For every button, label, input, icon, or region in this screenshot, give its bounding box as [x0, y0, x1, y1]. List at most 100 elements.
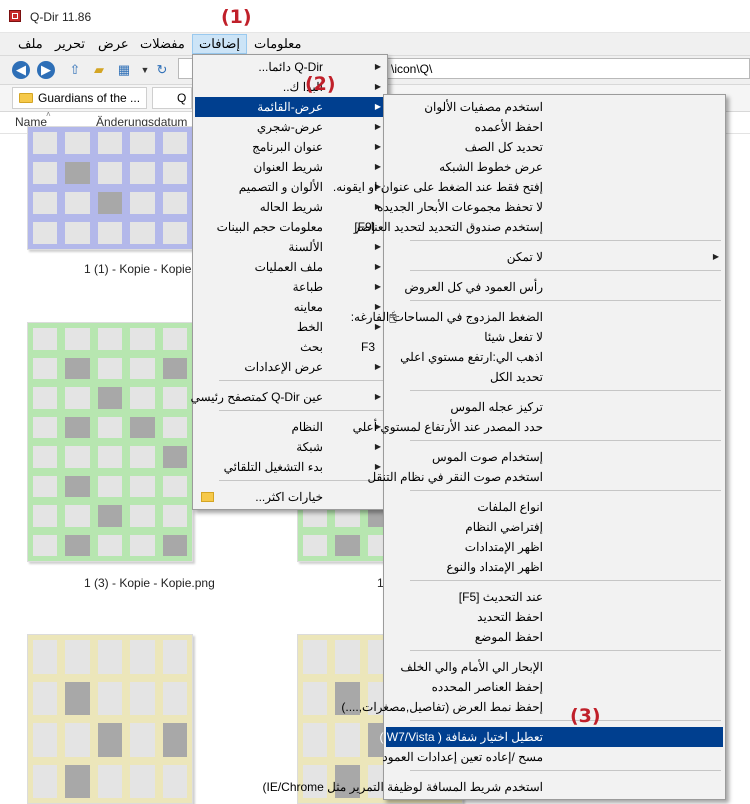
thumbnail-cell [130, 475, 155, 497]
list-view-menu-item-10[interactable]: رأس العمود في كل العروض [386, 277, 723, 297]
list-view-menu-item-4[interactable]: إفتح فقط عند الضغط على عنوان او ايقونه. [333, 177, 723, 197]
extras-menu-item-11[interactable]: طباعة ▶ [195, 277, 385, 297]
menu-separator [219, 410, 383, 411]
thumbnail-2[interactable] [27, 322, 193, 562]
thumbnail-cell [303, 723, 328, 757]
list-view-menu-item-5[interactable]: لا تحفظ مجموعات الأبحار الجديده [377, 197, 723, 217]
list-view-menu-item-39[interactable]: استخدم شريط المسافة لوظيفة التمرير مثل I… [262, 777, 723, 797]
list-view-menu-item-3[interactable]: عرض خطوط الشبكه [386, 157, 723, 177]
list-view-menu-item-14[interactable]: اذهب الي:ارتفع مستوي اعلي [386, 347, 723, 367]
list-view-menu-item-29[interactable]: احفظ التحديد [386, 607, 723, 627]
menu-separator [410, 720, 721, 721]
tab-guardians[interactable]: Guardians of the ... [12, 87, 147, 109]
menu-item-label: النظام [291, 420, 323, 434]
list-view-menu-item-15[interactable]: تحديد الكل [386, 367, 723, 387]
list-view-menu-item-30[interactable]: احفظ الموضع [386, 627, 723, 647]
forward-icon[interactable]: ▶ [37, 61, 55, 79]
thumbnail-cell [65, 475, 90, 497]
thumbnail-1[interactable] [27, 126, 193, 250]
menu-item-label: إحفظ العناصر المحدده [431, 680, 543, 694]
list-view-menu-item-37[interactable]: مسح /إعاده تعين إعدادات العمود [382, 747, 723, 767]
list-view-menu-item-20[interactable]: إستخدام صوت الموس [386, 447, 723, 467]
list-view-menu-item-36[interactable]: تعطيل اختيار شفافة ( W7/Vista ) [379, 727, 723, 747]
extras-menu-item-23[interactable]: خيارات اكثر... [195, 487, 385, 507]
extras-menu-item-5[interactable]: شريط العنوان ▶ [195, 157, 385, 177]
step-marker-2: (2) [305, 73, 336, 95]
view-dropdown-icon[interactable]: ▼ [136, 61, 154, 79]
extras-menu-item-3[interactable]: عرض-شجري ▶ [195, 117, 385, 137]
list-view-menu-item-26[interactable]: اظهر الإمتداد والنوع [386, 557, 723, 577]
extras-menu-item-1[interactable]: البدا ك.. ▶ [195, 77, 385, 97]
new-folder-icon[interactable]: ▰ [90, 61, 108, 79]
tab-label: Guardians of the ... [38, 91, 141, 105]
menu-edit[interactable]: تحرير [49, 35, 91, 53]
thumbnail-cell [130, 192, 155, 214]
list-view-menu-item-23[interactable]: انواع الملفات [386, 497, 723, 517]
thumbnail-cell [303, 534, 328, 556]
list-view-menu-item-17[interactable]: تركيز عجله الموس [386, 397, 723, 417]
list-view-menu-item-24[interactable]: إفتراضي النظام [386, 517, 723, 537]
thumbnail-cell [162, 446, 187, 468]
thumbnail-cell [130, 505, 155, 527]
list-view-menu-item-18[interactable]: حدد المصدر عند الأرتفاع لمستوي أعلي [353, 417, 723, 437]
menu-item-label: إحفظ نمط العرض (تفاصيل,مصغرات,....) [341, 700, 543, 714]
submenu-arrow-icon: ▶ [374, 362, 381, 371]
menu-item-label: ملف العمليات [254, 260, 323, 274]
back-icon[interactable]: ◀ [12, 61, 30, 79]
menu-item-label: معاينه [293, 300, 323, 314]
menu-favorites[interactable]: مفضلات [134, 35, 191, 53]
thumbnail-cell [335, 534, 360, 556]
tab-q[interactable]: Q [152, 87, 192, 109]
menu-item-label: الألوان و التصميم [238, 180, 323, 194]
extras-menu-item-4[interactable]: عنوان البرنامج ▶ [195, 137, 385, 157]
folder-icon [19, 93, 33, 103]
list-view-menu-item-2[interactable]: تحديد كل الصف [386, 137, 723, 157]
extras-menu-item-0[interactable]: Q-Dir دائما... ▶ [195, 57, 385, 77]
up-folder-icon[interactable]: ⇧ [66, 61, 84, 79]
thumbnail-cell [335, 640, 360, 674]
thumbnail-cell [33, 387, 58, 409]
thumbnail-cell [97, 222, 123, 244]
list-view-menu-item-8[interactable]: لا تمكن ▶ [386, 247, 723, 267]
view-icon[interactable]: ▦ [115, 61, 133, 79]
list-view-menu-item-32[interactable]: الإبحار الي الأمام والي الخلف [386, 657, 723, 677]
thumbnail-cell [65, 192, 90, 214]
thumbnail-cell [335, 723, 360, 757]
list-view-menu-item-28[interactable]: عند التحديث [F5] [386, 587, 723, 607]
extras-menu-item-9[interactable]: الألسنة ▶ [195, 237, 385, 257]
thumbnail-cell [97, 446, 123, 468]
menu-separator [410, 270, 721, 271]
extras-menu-item-14[interactable]: بحث F3 [195, 337, 385, 357]
menu-info[interactable]: معلومات [248, 35, 307, 53]
extras-menu-item-21[interactable]: بدء التشغيل التلقائي ▶ [195, 457, 385, 477]
step-marker-1: (1) [221, 6, 252, 28]
extras-menu-item-7[interactable]: شريط الحاله ▶ [195, 197, 385, 217]
refresh-icon[interactable]: ↻ [153, 61, 171, 79]
list-view-menu-item-0[interactable]: استخدم مصفيات الألوان [386, 97, 723, 117]
menu-item-label: احفظ الأعمده [474, 120, 543, 134]
thumbnail-cell [33, 132, 58, 154]
menu-view[interactable]: عرض [92, 35, 135, 53]
extras-menu-item-15[interactable]: عرض الإعدادات ▶ [195, 357, 385, 377]
submenu-arrow-icon: ▶ [374, 162, 381, 171]
thumbnail-cell [33, 534, 58, 556]
list-view-menu-item-6[interactable]: إستخدم صندوق التحديد لتحديد العناصر [354, 217, 723, 237]
extras-menu-item-10[interactable]: ملف العمليات ▶ [195, 257, 385, 277]
list-view-menu-item-12[interactable]: الضغط المزدوج في المساحات الفارغه: 🖰 [351, 307, 723, 327]
extras-menu-item-20[interactable]: شبكة ▶ [195, 437, 385, 457]
list-view-menu-item-25[interactable]: اظهر الإمتدادات [386, 537, 723, 557]
thumbnail-cell [97, 640, 123, 674]
list-view-menu-item-21[interactable]: استخدم صوت النقر في نظام التنقل [367, 467, 723, 487]
extras-menu-item-2[interactable]: عرض-القائمة ▶ [195, 97, 385, 117]
list-view-menu-item-33[interactable]: إحفظ العناصر المحدده [386, 677, 723, 697]
window-title: Q-Dir 11.86 [30, 10, 92, 24]
menu-file[interactable]: ملف [12, 35, 49, 53]
extras-menu-item-17[interactable]: عين Q-Dir كمتصفح رئيسي ▶ [190, 387, 385, 407]
menu-extras[interactable]: إضافات [192, 34, 248, 54]
list-view-menu-item-1[interactable]: احفظ الأعمده [386, 117, 723, 137]
thumbnail-4[interactable] [27, 634, 193, 804]
list-view-menu-item-34[interactable]: إحفظ نمط العرض (تفاصيل,مصغرات,....) [341, 697, 723, 717]
menu-item-label: الإبحار الي الأمام والي الخلف [400, 660, 543, 674]
menu-item-label: إستخدام صوت الموس [432, 450, 543, 464]
list-view-menu-item-13[interactable]: لا تفعل شيئا [386, 327, 723, 347]
